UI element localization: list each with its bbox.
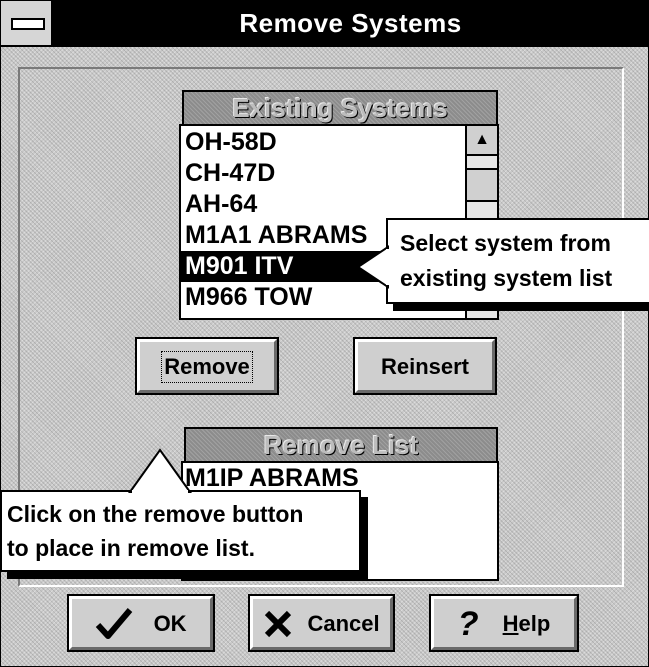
- select-system-callout: Select system from existing system list: [386, 218, 649, 304]
- scroll-thumb[interactable]: [467, 168, 497, 202]
- list-item[interactable]: OH-58D: [181, 127, 465, 158]
- callout-line: existing system list: [400, 265, 613, 291]
- scroll-up-arrow-icon[interactable]: ▲: [467, 126, 497, 156]
- remove-list-header: Remove List: [184, 427, 498, 461]
- help-label-mnemonic: H: [502, 611, 519, 637]
- cancel-button[interactable]: Cancel: [248, 594, 395, 652]
- help-button[interactable]: ? Help: [429, 594, 579, 652]
- system-menu-button[interactable]: [1, 1, 53, 45]
- ok-button[interactable]: OK: [67, 594, 215, 652]
- help-button-label: Help: [503, 600, 551, 648]
- question-mark-icon: ?: [457, 605, 479, 644]
- remove-button-callout: Click on the remove button to place in r…: [0, 490, 361, 572]
- remove-button[interactable]: Remove: [135, 337, 279, 395]
- title-bar: Remove Systems: [1, 1, 648, 47]
- callout-line: to place in remove list.: [7, 535, 255, 561]
- checkmark-icon: [96, 608, 133, 640]
- cancel-button-label: Cancel: [307, 611, 380, 637]
- x-icon: [265, 611, 292, 638]
- callout-line: Click on the remove button: [7, 501, 304, 527]
- help-label-rest: elp: [518, 611, 551, 637]
- existing-systems-header: Existing Systems: [182, 90, 498, 124]
- ok-button-label: OK: [153, 611, 187, 637]
- callout-pointer-up-icon: [128, 448, 192, 494]
- callout-pointer-left-icon: [356, 245, 390, 289]
- reinsert-button-label: Reinsert: [380, 354, 470, 380]
- list-item[interactable]: CH-47D: [181, 158, 465, 189]
- remove-button-label: Remove: [161, 351, 253, 384]
- list-item[interactable]: AH-64: [181, 189, 465, 220]
- system-menu-icon: [11, 18, 45, 30]
- callout-line: Select system from: [400, 230, 611, 256]
- reinsert-button[interactable]: Reinsert: [353, 337, 497, 395]
- dialog-body: Existing Systems OH-58D CH-47D AH-64 M1A…: [1, 47, 648, 666]
- window-title: Remove Systems: [239, 8, 462, 38]
